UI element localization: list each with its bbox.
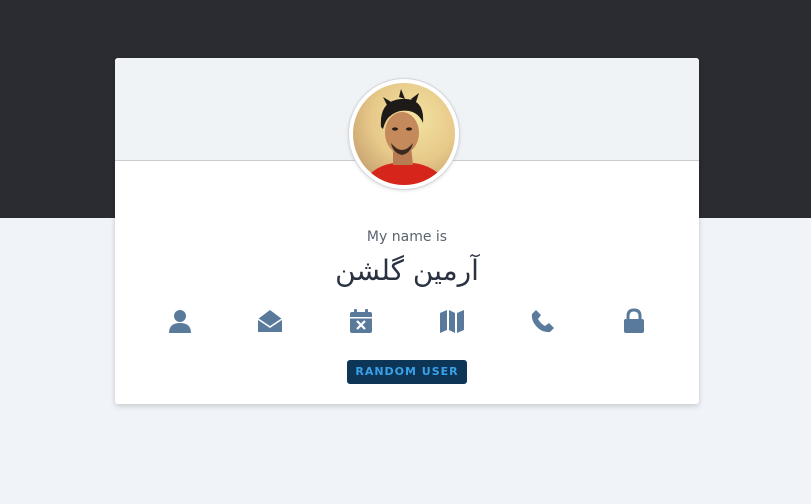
user-icon[interactable] [167, 308, 193, 334]
info-icon-bar [115, 308, 699, 338]
random-user-button[interactable]: RANDOM USER [347, 360, 467, 384]
field-label: My name is [366, 229, 448, 245]
phone-icon[interactable] [530, 308, 556, 334]
field-value-name: آرمین گلشن [335, 254, 479, 287]
page: My name is آرمین گلشن RANDOM USER [0, 0, 811, 504]
envelope-open-icon[interactable] [257, 308, 283, 334]
avatar [348, 78, 460, 190]
user-card: My name is آرمین گلشن RANDOM USER [115, 58, 699, 404]
calendar-x-icon[interactable] [348, 308, 374, 334]
avatar-photo [353, 83, 455, 185]
map-icon[interactable] [439, 308, 465, 334]
lock-icon[interactable] [621, 308, 647, 334]
